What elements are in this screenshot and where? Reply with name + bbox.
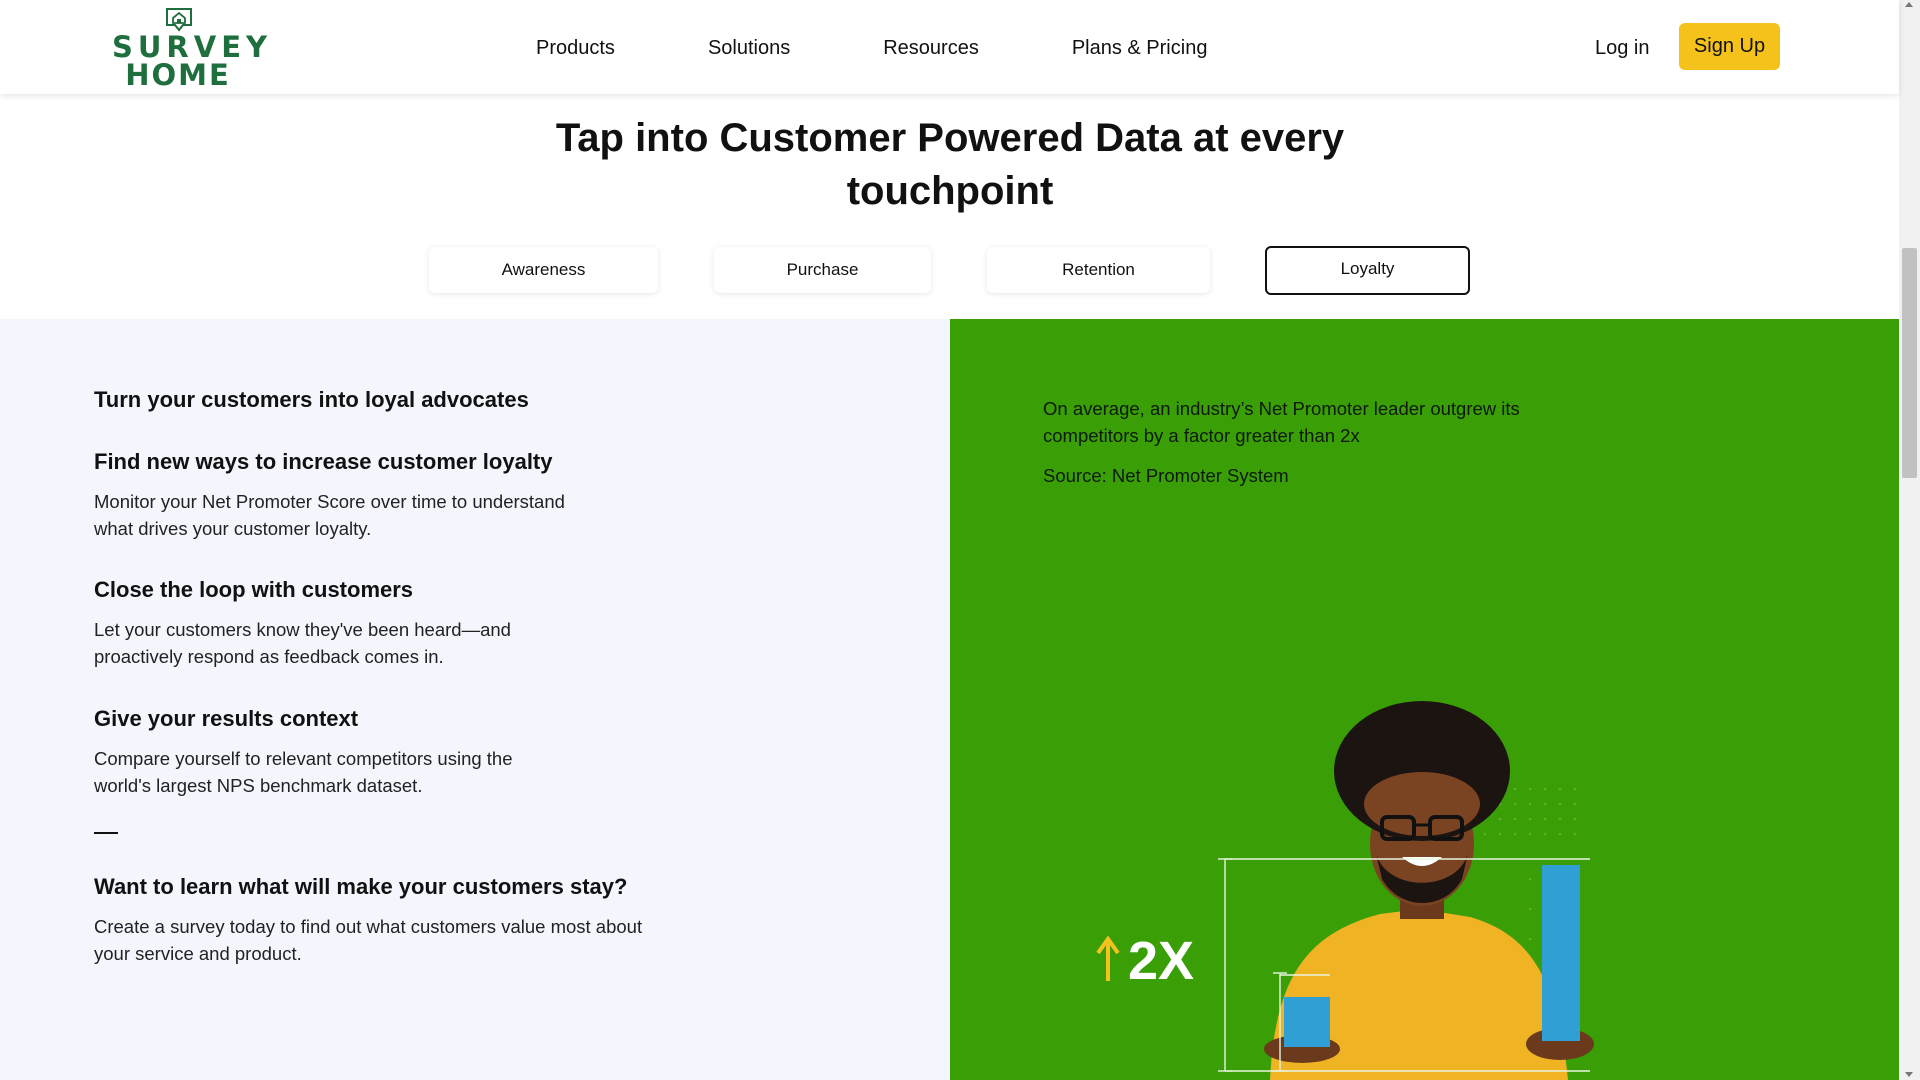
feature-text: Monitor your Net Promoter Score over tim… bbox=[94, 491, 565, 539]
scrollbar-thumb[interactable] bbox=[1902, 248, 1917, 478]
logo-text-home: HOME bbox=[125, 58, 231, 92]
login-link[interactable]: Log in bbox=[1595, 34, 1650, 62]
page-scrollbar[interactable] bbox=[1899, 0, 1920, 1080]
panel-title: Turn your customers into loyal advocates bbox=[94, 387, 529, 412]
feature-item: Close the loop with customers Let your c… bbox=[94, 575, 674, 670]
nav-solutions[interactable]: Solutions bbox=[708, 34, 790, 62]
survey-home-logo[interactable]: SURVEY HOME bbox=[112, 6, 267, 90]
cta-block: Want to learn what will make your custom… bbox=[94, 872, 694, 967]
scroll-up-arrow-icon[interactable] bbox=[1905, 2, 1913, 7]
loyalty-content-panel: Turn your customers into loyal advocates… bbox=[0, 319, 950, 1080]
tab-purchase[interactable]: Purchase bbox=[714, 247, 931, 293]
main-nav: Products Solutions Resources Plans & Pri… bbox=[536, 34, 1207, 62]
feature-item: Find new ways to increase customer loyal… bbox=[94, 447, 674, 542]
stat-panel: On average, an industry’s Net Promoter l… bbox=[950, 319, 1899, 1080]
top-navbar: SURVEY HOME Products Solutions Resources… bbox=[0, 0, 1899, 94]
feature-text: Let your customers know they've been hea… bbox=[94, 619, 511, 667]
small-blue-bar bbox=[1284, 997, 1330, 1047]
scroll-down-arrow-icon[interactable] bbox=[1905, 1072, 1913, 1077]
feature-text: Compare yourself to relevant competitors… bbox=[94, 748, 513, 796]
tab-awareness[interactable]: Awareness bbox=[429, 247, 658, 293]
nps-stat-text: On average, an industry’s Net Promoter l… bbox=[1043, 398, 1520, 446]
feature-heading: Give your results context bbox=[94, 706, 359, 731]
growth-badge: 2X bbox=[1128, 931, 1194, 991]
divider-dash bbox=[94, 832, 118, 834]
headline-line-1: Tap into Customer Powered Data at every bbox=[555, 116, 1345, 160]
nav-products[interactable]: Products bbox=[536, 34, 615, 62]
growth-illustration: 2X bbox=[1096, 701, 1594, 1080]
signup-button[interactable]: Sign Up bbox=[1679, 23, 1780, 70]
arrow-up-icon bbox=[1096, 935, 1120, 981]
section-headline: Tap into Customer Powered Data at every … bbox=[500, 112, 1400, 218]
stat-source: Source: Net Promoter System bbox=[1043, 465, 1289, 486]
feature-heading: Close the loop with customers bbox=[94, 577, 414, 602]
nav-resources[interactable]: Resources bbox=[883, 34, 979, 62]
nav-plans-pricing[interactable]: Plans & Pricing bbox=[1072, 34, 1208, 62]
cta-heading: Want to learn what will make your custom… bbox=[94, 874, 628, 899]
feature-heading: Find new ways to increase customer loyal… bbox=[94, 449, 553, 474]
cta-text: Create a survey today to find out what c… bbox=[94, 916, 643, 964]
feature-item: Give your results context Compare yourse… bbox=[94, 704, 674, 799]
tab-loyalty[interactable]: Loyalty bbox=[1265, 246, 1470, 295]
tab-retention[interactable]: Retention bbox=[987, 247, 1210, 293]
tall-blue-bar bbox=[1542, 865, 1580, 1041]
headline-line-2: touchpoint bbox=[846, 169, 1054, 213]
